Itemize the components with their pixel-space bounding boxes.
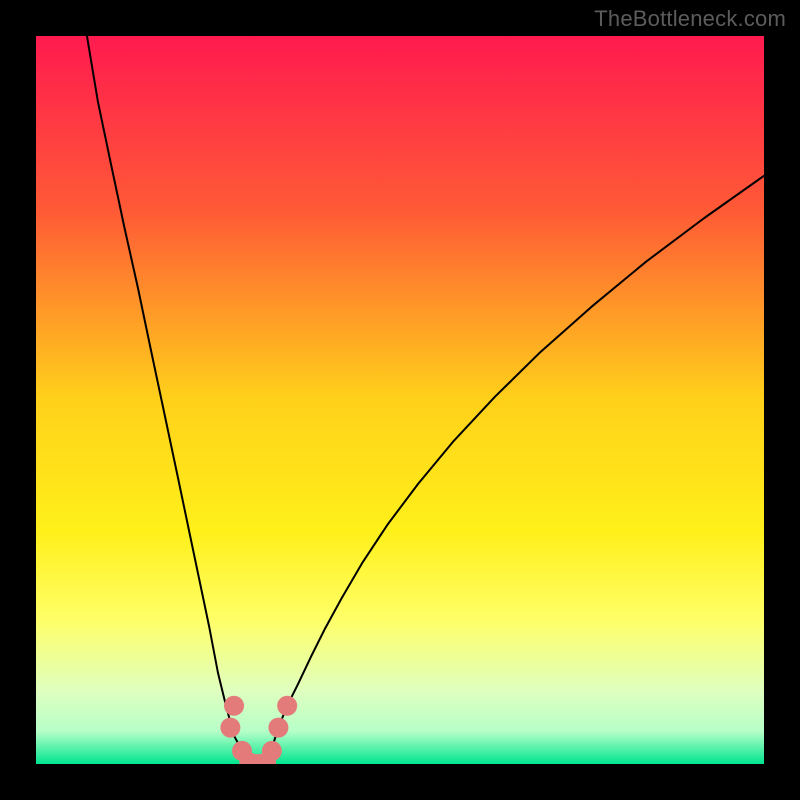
chart-plot-area (36, 36, 764, 764)
highlight-dot (220, 718, 240, 738)
gradient-background (36, 36, 764, 764)
highlight-dot (224, 696, 244, 716)
highlight-dot (262, 741, 282, 761)
watermark-text: TheBottleneck.com (594, 6, 786, 32)
highlight-dot (268, 718, 288, 738)
chart-svg (36, 36, 764, 764)
highlight-dot (277, 696, 297, 716)
chart-frame: TheBottleneck.com (0, 0, 800, 800)
